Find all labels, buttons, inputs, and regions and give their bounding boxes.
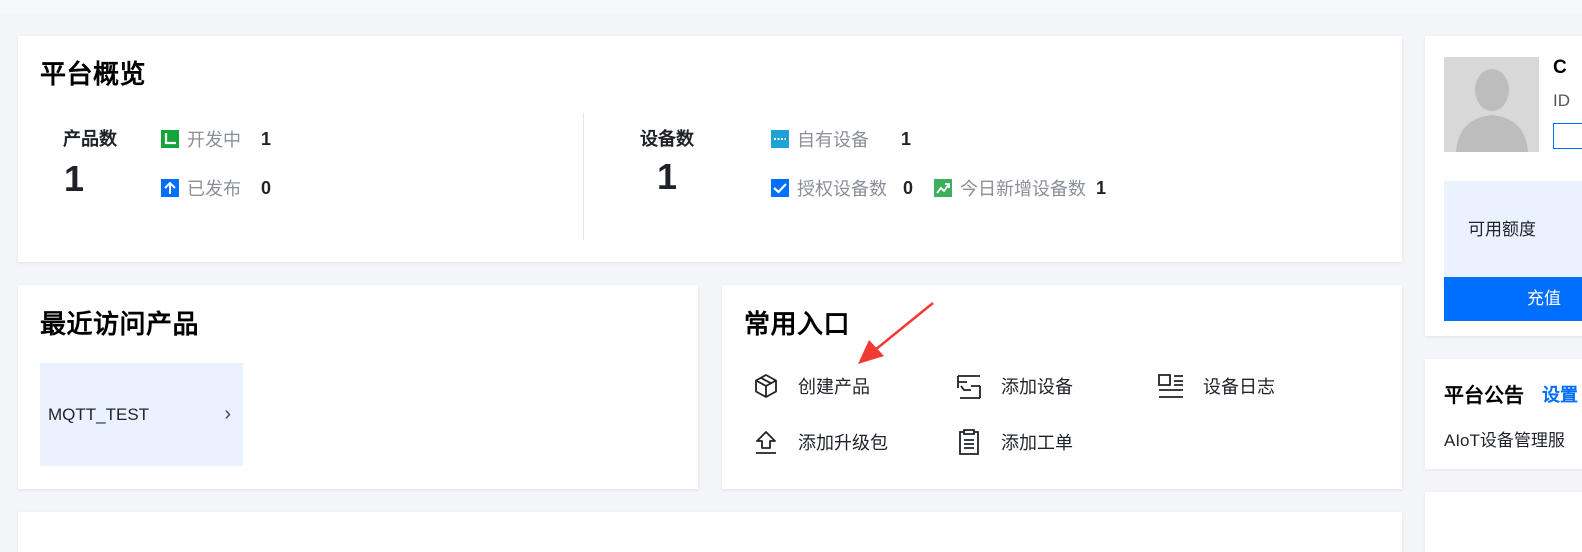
account-name-initial: C — [1553, 57, 1567, 78]
account-action-button[interactable] — [1553, 123, 1582, 149]
new-today-stat: 今日新增设备数 1 — [934, 175, 1106, 201]
authorized-device-stat: 授权设备数 0 — [771, 175, 913, 201]
cube-icon — [755, 374, 777, 398]
own-device-label: 自有设备 — [797, 130, 869, 150]
device-log-label: 设备日志 — [1203, 377, 1275, 397]
account-id-label: ID — [1553, 91, 1570, 110]
notice-settings-link[interactable]: 设置 — [1542, 381, 1578, 407]
own-device-stat: 自有设备 1 — [771, 126, 911, 152]
add-upgrade-package-label: 添加升级包 — [798, 433, 888, 453]
create-product-shortcut[interactable]: 创建产品 — [752, 372, 870, 400]
device-log-icon — [1158, 374, 1183, 398]
notice-title: 平台公告 — [1444, 385, 1524, 407]
add-device-label: 添加设备 — [1001, 377, 1073, 397]
developing-stat: 开发中 1 — [161, 126, 271, 152]
quota-panel: 可用额度 — [1444, 181, 1582, 277]
add-ticket-label: 添加工单 — [1001, 433, 1073, 453]
top-bar — [0, 0, 1582, 14]
new-today-label: 今日新增设备数 — [960, 179, 1086, 199]
own-device-value: 1 — [901, 128, 912, 149]
device-count-label: 设备数 — [640, 129, 694, 149]
recent-product-label: MQTT_TEST — [48, 404, 150, 424]
overview-title: 平台概览 — [40, 59, 147, 89]
avatar — [1444, 57, 1539, 152]
authorized-device-label: 授权设备数 — [797, 179, 887, 199]
clipboard-icon — [959, 429, 979, 455]
notice-card — [1425, 359, 1582, 469]
add-upgrade-package-shortcut[interactable]: 添加升级包 — [752, 428, 888, 456]
authorized-device-icon — [771, 179, 789, 197]
published-label: 已发布 — [187, 179, 241, 199]
notice-text[interactable]: AIoT设备管理服 — [1444, 426, 1565, 451]
upload-icon — [756, 431, 776, 454]
overview-divider — [583, 113, 584, 240]
published-stat: 已发布 0 — [161, 175, 271, 201]
device-log-shortcut[interactable]: 设备日志 — [1157, 372, 1275, 400]
recent-product-item[interactable]: MQTT_TEST › — [40, 363, 243, 466]
new-today-value: 1 — [1096, 177, 1107, 198]
developing-value: 1 — [261, 128, 272, 149]
create-product-label: 创建产品 — [798, 377, 870, 397]
chevron-right-icon: › — [224, 403, 231, 425]
published-icon — [161, 179, 179, 197]
product-count-label: 产品数 — [63, 129, 117, 149]
published-value: 0 — [261, 177, 272, 198]
developing-label: 开发中 — [187, 130, 241, 150]
recent-products-title: 最近访问产品 — [40, 309, 200, 339]
authorized-device-value: 0 — [903, 177, 914, 198]
shortcuts-title: 常用入口 — [744, 309, 851, 339]
own-device-icon — [771, 130, 789, 148]
add-device-icon — [957, 375, 981, 399]
annotation-arrow — [858, 302, 934, 364]
bottom-card — [18, 512, 1402, 552]
recharge-button[interactable]: 充值 — [1444, 277, 1582, 321]
product-count-value: 1 — [64, 158, 85, 199]
developing-icon — [161, 130, 179, 148]
docs-card — [1425, 492, 1582, 552]
user-silhouette-icon — [1456, 69, 1528, 152]
add-ticket-shortcut[interactable]: 添加工单 — [955, 428, 1073, 456]
add-device-shortcut[interactable]: 添加设备 — [955, 372, 1073, 400]
device-count-value: 1 — [657, 156, 678, 197]
trend-up-icon — [934, 179, 952, 197]
quota-label: 可用额度 — [1468, 220, 1536, 239]
